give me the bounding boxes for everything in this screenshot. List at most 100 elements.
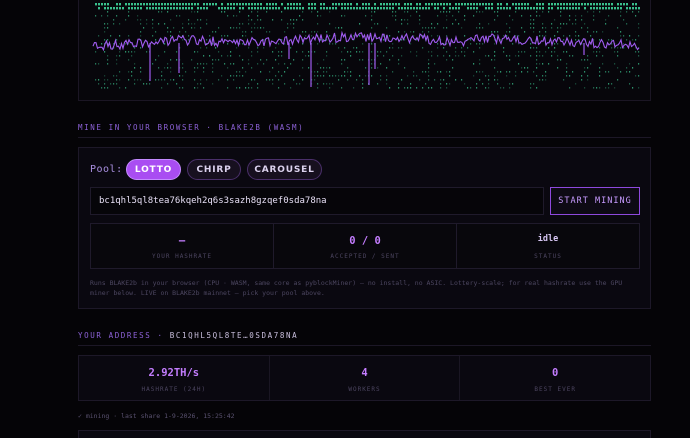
matrix-dot: [317, 75, 319, 77]
matrix-dot: [98, 3, 100, 6]
matrix-dot: [230, 75, 232, 77]
matrix-dot: [467, 87, 469, 89]
matrix-dot: [341, 75, 343, 77]
matrix-dot: [599, 75, 601, 77]
pool-button-lotto[interactable]: LOTTO: [126, 159, 181, 180]
matrix-dot-column: [239, 3, 241, 89]
matrix-dot: [383, 39, 385, 41]
matrix-dot: [467, 47, 469, 49]
matrix-dot: [302, 11, 304, 13]
matrix-dot: [542, 27, 544, 29]
matrix-dot: [416, 51, 418, 53]
matrix-dot: [188, 3, 190, 6]
matrix-dot: [557, 67, 559, 69]
matrix-dot: [233, 75, 235, 77]
matrix-dot: [404, 3, 406, 6]
matrix-dot: [425, 71, 427, 73]
matrix-dot: [521, 51, 523, 53]
matrix-dot: [446, 83, 448, 85]
matrix-dot: [590, 35, 592, 37]
matrix-dot: [182, 27, 184, 29]
matrix-dot: [338, 27, 340, 29]
matrix-dot: [131, 7, 133, 10]
matrix-dot: [272, 51, 274, 53]
matrix-dot: [248, 59, 250, 61]
hashrate-line: [92, 30, 640, 52]
matrix-dot: [317, 71, 319, 73]
matrix-dot: [362, 3, 364, 6]
matrix-dot: [413, 75, 415, 77]
matrix-dot: [197, 83, 199, 85]
matrix-dot: [341, 27, 343, 29]
wallet-address-input[interactable]: [90, 187, 544, 215]
matrix-dot: [107, 27, 109, 29]
matrix-dot: [467, 7, 469, 10]
matrix-dot: [464, 35, 466, 37]
matrix-dot: [569, 15, 571, 17]
matrix-dot: [569, 19, 571, 21]
matrix-dot: [542, 11, 544, 13]
matrix-dot: [491, 59, 493, 61]
matrix-dot: [632, 87, 634, 89]
matrix-dot: [551, 55, 553, 57]
matrix-dot: [371, 51, 373, 53]
matrix-dot: [581, 27, 583, 29]
matrix-dot: [635, 7, 637, 10]
matrix-dot: [599, 67, 601, 69]
matrix-dot: [119, 51, 121, 53]
matrix-dot: [107, 23, 109, 25]
matrix-dot: [479, 11, 481, 13]
matrix-dot-column: [176, 3, 178, 85]
matrix-dot: [377, 83, 379, 85]
matrix-dot: [638, 63, 640, 65]
matrix-dot: [221, 3, 223, 6]
matrix-dot: [401, 55, 403, 57]
matrix-dot: [518, 51, 520, 53]
matrix-dot: [116, 15, 118, 17]
matrix-dot: [428, 63, 430, 65]
matrix-dot: [140, 79, 142, 81]
matrix-dot: [638, 27, 640, 29]
matrix-dot: [212, 83, 214, 85]
matrix-dot: [107, 39, 109, 41]
start-mining-button[interactable]: START MINING: [550, 187, 640, 215]
pool-button-chirp[interactable]: CHIRP: [187, 159, 241, 180]
matrix-dot: [248, 15, 250, 17]
matrix-dot: [626, 7, 628, 10]
matrix-dot: [341, 7, 343, 10]
matrix-dot: [296, 83, 298, 85]
matrix-dot: [248, 87, 250, 89]
matrix-dot: [182, 79, 184, 81]
matrix-dot: [428, 87, 430, 89]
matrix-dot: [155, 79, 157, 81]
matrix-dot: [539, 55, 541, 57]
pool-button-carousel[interactable]: CAROUSEL: [247, 159, 322, 180]
matrix-dot: [440, 11, 442, 13]
matrix-dot: [137, 3, 139, 6]
matrix-dot: [368, 3, 370, 6]
matrix-dot: [614, 87, 616, 89]
matrix-dot: [176, 51, 178, 53]
matrix-dot: [578, 3, 580, 6]
matrix-dot: [623, 35, 625, 37]
matrix-dot: [491, 31, 493, 33]
summary-value: 0: [552, 367, 559, 379]
matrix-dot: [461, 47, 463, 49]
matrix-dot: [245, 31, 247, 33]
matrix-dot: [131, 75, 133, 77]
matrix-dot: [503, 51, 505, 53]
matrix-dot: [422, 87, 424, 89]
matrix-dot: [395, 19, 397, 21]
stat-value: 0 / 0: [349, 235, 381, 247]
matrix-dot: [518, 3, 520, 6]
matrix-dot: [356, 79, 358, 81]
matrix-dot: [107, 59, 109, 61]
matrix-dot: [488, 83, 490, 85]
matrix-dot: [104, 3, 106, 6]
matrix-dot: [287, 27, 289, 29]
matrix-dot: [443, 3, 445, 6]
matrix-dot: [467, 3, 469, 6]
matrix-dot: [260, 3, 262, 6]
matrix-dot: [479, 63, 481, 65]
matrix-dot: [284, 7, 286, 10]
